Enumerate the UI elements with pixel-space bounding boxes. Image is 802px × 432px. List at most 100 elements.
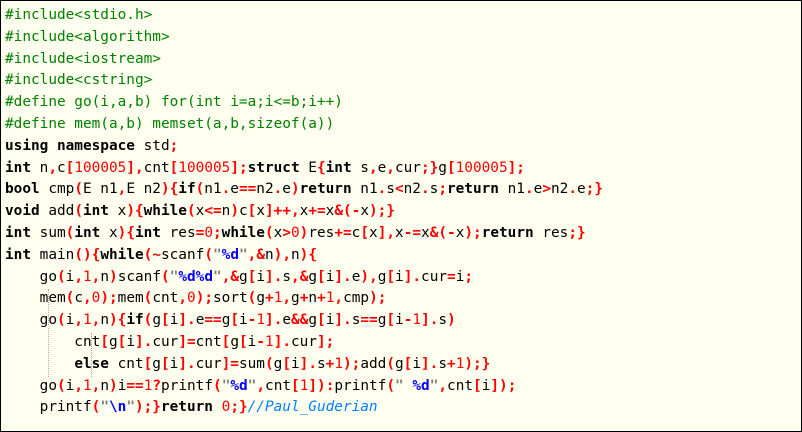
operator-token: ) <box>109 268 118 285</box>
operator-token: == <box>126 377 144 394</box>
keyword-token: int <box>5 159 31 176</box>
identifier-token: E n1 <box>82 181 118 198</box>
identifier-token: s <box>429 181 439 198</box>
identifier-token: g <box>239 268 248 285</box>
identifier-token: x <box>108 203 127 220</box>
operator-token: ]. <box>403 268 422 285</box>
identifier-token: cnt <box>265 377 292 394</box>
operator-token: ]= <box>221 355 239 372</box>
operator-token: , <box>48 159 57 176</box>
operator-token: ]. <box>135 333 153 350</box>
identifier-token: x <box>369 224 378 241</box>
operator-token: [ <box>230 312 240 329</box>
operator-token: ( <box>386 355 395 372</box>
operator-token: ; <box>169 137 179 154</box>
operator-token: (~ <box>143 246 161 263</box>
identifier-token: cur <box>421 268 448 285</box>
format-specifier-token: %d <box>412 377 430 394</box>
code-line[interactable]: mem(c,0);mem(cnt,0);sort(g+1,g+n+1,cmp); <box>5 288 603 310</box>
code-line[interactable]: go(i,1,n)i==1?printf("%d",cnt[1]):printf… <box>5 376 603 398</box>
operator-token: , <box>74 312 83 329</box>
code-line[interactable]: using namespace std; <box>5 136 603 158</box>
code-line[interactable]: void add(int x){while(x<=n)c[x]++,x+=x&(… <box>5 201 603 223</box>
operator-token: ? <box>152 377 162 394</box>
code-line[interactable]: #include<algorithm> <box>5 27 603 49</box>
keyword-token: int <box>5 224 31 241</box>
operator-token: ( <box>161 268 170 285</box>
operator-token: { <box>316 159 326 176</box>
operator-token: , <box>334 290 344 307</box>
code-line[interactable]: int main(){while(~scanf("%d",&n),n){ <box>5 245 603 267</box>
operator-token: < <box>394 181 404 198</box>
operator-token: ( <box>186 203 196 220</box>
code-line[interactable]: cnt[g[i].cur]=cnt[g[i-1].cur]; <box>5 332 603 354</box>
operator-token: ;} <box>420 159 439 176</box>
operator-token: ]= <box>178 333 196 350</box>
preprocessor-token: #include<algorithm> <box>5 28 170 45</box>
operator-token: );} <box>369 203 395 220</box>
keyword-token: if <box>126 312 144 329</box>
code-line[interactable]: go(i,1,n){if(g[i].e==g[i-1].e&&g[i].s==g… <box>5 310 603 332</box>
code-line[interactable]: go(i,1,n)scanf("%d%d",&g[i].s,&g[i].e),g… <box>5 267 603 289</box>
operator-token: [ <box>317 312 326 329</box>
operator-token: ;} <box>230 399 248 416</box>
operator-token: ]. <box>334 312 352 329</box>
operator-token: ; <box>464 268 474 285</box>
code-line[interactable]: #include<cstring> <box>5 70 603 92</box>
string-token: " <box>212 246 222 263</box>
identifier-token: cnt <box>152 290 179 307</box>
code-line[interactable]: #include<stdio.h> <box>5 5 603 27</box>
operator-token: ){ <box>299 246 317 263</box>
identifier-token: sort <box>213 290 248 307</box>
operator-token: = <box>195 224 205 241</box>
identifier-token: s <box>386 181 395 198</box>
identifier-token: g <box>256 290 266 307</box>
code-line[interactable]: printf("\n");}return 0;}//Paul_Guderian <box>5 397 603 419</box>
format-specifier-token: \n <box>108 399 127 416</box>
code-line[interactable]: #include<iostream> <box>5 49 603 71</box>
code-line[interactable]: #define mem(a,b) memset(a,b,sizeof(a)) <box>5 114 603 136</box>
identifier-token: n2 <box>403 181 421 198</box>
format-specifier-token: %d <box>221 246 239 263</box>
operator-token: . <box>568 181 577 198</box>
operator-token: && <box>291 312 309 329</box>
identifier-token: g <box>291 290 300 307</box>
source-code[interactable]: #include<stdio.h> #include<algorithm> #inc… <box>5 5 603 419</box>
identifier-token: go <box>5 377 57 394</box>
operator-token: <= <box>204 203 222 220</box>
code-editor[interactable]: #include<stdio.h> #include<algorithm> #inc… <box>0 0 802 432</box>
operator-token: ); <box>343 355 361 372</box>
keyword-token: int <box>74 224 101 241</box>
operator-token: ,& <box>221 268 240 285</box>
operator-token: ]. <box>265 312 283 329</box>
operator-token: ], <box>377 224 396 241</box>
operator-token: + <box>317 290 326 307</box>
operator-token: ( <box>386 377 396 394</box>
identifier-token: e <box>282 181 291 198</box>
preprocessor-token: #include<cstring> <box>5 72 153 89</box>
code-line[interactable]: else cnt[g[i].cur]=sum(g[i].s+1);add(g[i… <box>5 354 603 376</box>
identifier-token: g <box>308 268 318 285</box>
operator-token: ), <box>360 268 378 285</box>
identifier-token: x <box>421 224 430 241</box>
code-line[interactable]: int sum(int x){int res=0;while(x>0)res+=… <box>5 223 603 245</box>
operator-token: ( <box>91 399 101 416</box>
format-specifier-token: %d <box>230 377 248 394</box>
code-line[interactable]: #define go(i,a,b) for(int i=a;i<=b;i++) <box>5 92 603 114</box>
identifier-token: g <box>308 312 318 329</box>
operator-token: == <box>204 312 222 329</box>
identifier-token: cnt <box>108 355 144 372</box>
identifier-token: add <box>39 203 75 220</box>
identifier-token: g <box>438 159 447 176</box>
identifier-token: g <box>273 355 283 372</box>
operator-token: [ <box>473 377 482 394</box>
identifier-token: n2 <box>550 181 569 198</box>
code-line[interactable]: bool cmp(E n1,E n2){if(n1.e==n2.e)return… <box>5 179 603 201</box>
operator-token: ]); <box>490 377 517 394</box>
operator-token: ; <box>212 224 222 241</box>
operator-token: ,& <box>291 268 309 285</box>
number-token: 0 <box>221 399 231 416</box>
operator-token: ]. <box>178 355 196 372</box>
operator-token: , <box>74 377 83 394</box>
code-line[interactable]: int n,c[100005],cnt[100005];struct E{int… <box>5 158 603 180</box>
